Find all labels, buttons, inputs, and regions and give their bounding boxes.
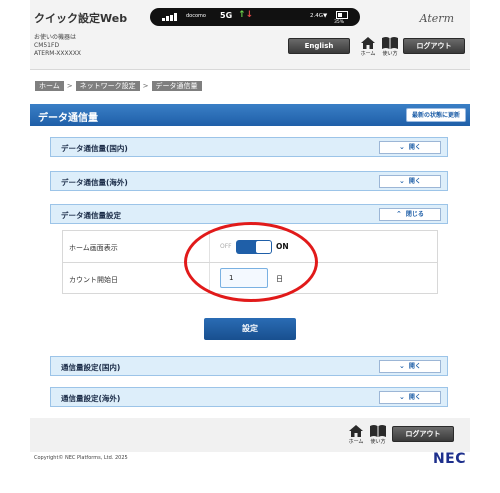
- breadcrumb-current: データ通信量: [151, 81, 202, 91]
- accordion-label: 通信量設定(海外): [61, 394, 121, 403]
- battery-icon: [336, 11, 348, 19]
- expand-button[interactable]: ⌄ 開く: [379, 175, 441, 188]
- home-icon: [361, 37, 375, 49]
- expand-button[interactable]: ⌄ 開く: [379, 141, 441, 154]
- signal-strength-icon: [162, 13, 180, 21]
- network-type: 5G: [220, 11, 233, 20]
- breadcrumb-home[interactable]: ホーム: [35, 81, 64, 91]
- breadcrumb: ホーム > ネットワーク設定 > データ通信量: [35, 81, 202, 93]
- home-icon: [349, 425, 363, 437]
- footer-howto-nav[interactable]: 使い方: [368, 424, 388, 445]
- section-header: データ通信量 最新の状態に更新: [30, 104, 470, 126]
- accordion-limit-overseas[interactable]: 通信量設定(海外) ⌄ 開く: [50, 387, 448, 407]
- accordion-limit-domestic[interactable]: 通信量設定(国内) ⌄ 開く: [50, 356, 448, 376]
- highlight-circle: [184, 222, 318, 302]
- device-info: お使いの機器は CM51FD ATERM-XXXXXX: [34, 34, 81, 58]
- device-status-bar: docomo 5G ↑↓ 2.4G▼ 35%: [150, 8, 360, 26]
- home-label: ホーム: [348, 439, 364, 445]
- accordion-label: データ通信量(海外): [61, 178, 128, 187]
- device-label: お使いの機器は: [34, 34, 77, 41]
- device-model: CM51FD: [34, 42, 60, 49]
- home-nav[interactable]: ホーム: [358, 36, 378, 57]
- footer-bar: ホーム 使い方 ログアウト: [30, 418, 470, 452]
- footer-home-nav[interactable]: ホーム: [346, 424, 366, 445]
- logout-button[interactable]: ログアウト: [403, 38, 465, 54]
- breadcrumb-separator: >: [66, 82, 73, 90]
- page-header: クイック設定Web お使いの機器は CM51FD ATERM-XXXXXX do…: [30, 0, 470, 70]
- accordion-label: データ通信量設定: [61, 211, 121, 220]
- expand-button[interactable]: ⌄ 開く: [379, 391, 441, 404]
- copyright: Copyright© NEC Platforms, Ltd. 2025: [34, 455, 128, 461]
- page-title: データ通信量: [38, 113, 98, 124]
- chevron-up-icon: ⌃: [396, 210, 402, 218]
- carrier-name: docomo: [186, 13, 206, 19]
- chevron-down-icon: ⌄: [399, 362, 405, 370]
- submit-button[interactable]: 設定: [204, 318, 296, 340]
- aterm-logo: Aterm: [419, 12, 454, 25]
- home-display-label: ホーム画面表示: [69, 244, 118, 252]
- data-transfer-icon: ↑↓: [238, 10, 254, 20]
- howto-label: 使い方: [382, 51, 398, 57]
- accordion-label: データ通信量(国内): [61, 144, 128, 153]
- howto-nav[interactable]: 使い方: [380, 36, 400, 57]
- nec-logo: NEC: [432, 451, 466, 467]
- wifi-band: 2.4G▼: [310, 13, 328, 19]
- expand-button[interactable]: ⌄ 開く: [379, 360, 441, 373]
- battery-percent: 35%: [334, 20, 345, 25]
- app-title: クイック設定Web: [34, 12, 128, 25]
- howto-label: 使い方: [370, 439, 386, 445]
- chevron-down-icon: ⌄: [399, 393, 405, 401]
- accordion-usage-overseas[interactable]: データ通信量(海外) ⌄ 開く: [50, 171, 448, 191]
- book-icon: [370, 425, 386, 437]
- breadcrumb-network-settings[interactable]: ネットワーク設定: [75, 81, 140, 91]
- count-start-label: カウント開始日: [69, 276, 118, 284]
- refresh-button[interactable]: 最新の状態に更新: [405, 108, 466, 122]
- accordion-label: 通信量設定(国内): [61, 363, 121, 372]
- device-id: ATERM-XXXXXX: [34, 50, 81, 57]
- chevron-down-icon: ⌄: [399, 177, 405, 185]
- collapse-button[interactable]: ⌃ 閉じる: [379, 208, 441, 221]
- accordion-usage-domestic[interactable]: データ通信量(国内) ⌄ 開く: [50, 137, 448, 157]
- book-icon: [382, 37, 398, 49]
- chevron-down-icon: ⌄: [399, 143, 405, 151]
- home-label: ホーム: [360, 51, 376, 57]
- footer-logout-button[interactable]: ログアウト: [392, 426, 454, 442]
- accordion-usage-settings[interactable]: データ通信量設定 ⌃ 閉じる: [50, 204, 448, 224]
- breadcrumb-separator: >: [142, 82, 149, 90]
- english-button[interactable]: English: [288, 38, 350, 54]
